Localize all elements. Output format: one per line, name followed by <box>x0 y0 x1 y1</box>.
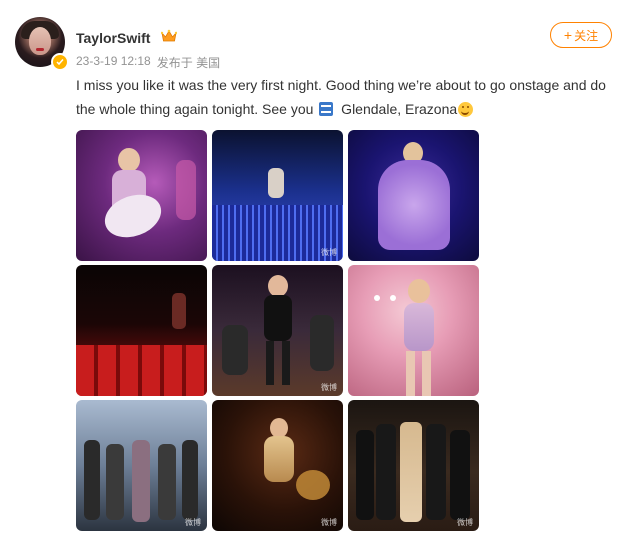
post-source: 发布于 美国 <box>156 56 221 70</box>
photo-6[interactable] <box>348 265 479 396</box>
photo-9-figure-2 <box>376 424 396 520</box>
avatar-lips <box>36 48 44 51</box>
avatar[interactable] <box>15 17 69 71</box>
photo-1[interactable] <box>76 130 207 261</box>
photo-5-leg-right <box>282 341 290 385</box>
verified-badge-icon <box>51 53 69 71</box>
crown-icon <box>160 29 178 48</box>
photo-8-guitar <box>296 470 330 500</box>
post-meta: 23-3-19 12:18 发布于 美国 <box>76 54 220 71</box>
photo-4-steps <box>76 345 207 396</box>
photo-1-head <box>118 148 140 172</box>
photo-6-leg-left <box>406 351 415 396</box>
photo-5[interactable]: 微博 <box>212 265 343 396</box>
photo-5-leg-left <box>266 341 274 385</box>
photo-5-dancer-left <box>222 325 248 375</box>
photo-5-body <box>264 295 292 341</box>
photo-3-coat <box>378 160 450 250</box>
photo-6-light-2 <box>390 295 396 301</box>
photo-1-guitar <box>98 187 168 245</box>
photo-4[interactable] <box>76 265 207 396</box>
photo-8-head <box>270 418 288 438</box>
post-date[interactable]: 23-3-19 12:18 <box>76 54 151 71</box>
photo-8-watermark: 微博 <box>321 518 337 527</box>
photo-2-watermark: 微博 <box>321 248 337 257</box>
photo-2-performer <box>268 168 284 198</box>
username[interactable]: TaylorSwift <box>76 30 150 46</box>
follow-button[interactable]: + 关注 <box>550 22 612 48</box>
photo-7-figure-5 <box>182 440 198 520</box>
photo-6-head <box>408 279 430 303</box>
smile-emoji <box>458 102 474 117</box>
photo-7-watermark: 微博 <box>185 518 201 527</box>
photo-6-bodysuit <box>404 303 434 351</box>
photo-5-watermark: 微博 <box>321 383 337 392</box>
photo-4-performer <box>172 293 186 329</box>
post-text: I miss you like it was the very first ni… <box>76 73 612 121</box>
photo-9-figure-3 <box>400 422 422 522</box>
photo-6-leg-right <box>422 351 431 396</box>
photo-9-figure-5 <box>450 430 470 520</box>
photo-5-head <box>268 275 288 297</box>
plus-icon: + <box>563 27 573 43</box>
photo-7-figure-1 <box>84 440 100 520</box>
photo-8-dress <box>264 436 294 482</box>
photo-5-dancer-right <box>310 315 334 371</box>
follow-label: 关注 <box>574 28 599 43</box>
post-text-part2: Glendale, Erazona <box>337 101 458 117</box>
photo-2[interactable]: 微博 <box>212 130 343 261</box>
photo-8[interactable]: 微博 <box>212 400 343 531</box>
photo-3[interactable] <box>348 130 479 261</box>
photo-7-figure-3 <box>132 440 150 522</box>
photo-9[interactable]: 微博 <box>348 400 479 531</box>
photo-7-figure-2 <box>106 444 124 520</box>
photo-7-figure-4 <box>158 444 176 520</box>
photo-9-figure-1 <box>356 430 374 520</box>
photo-6-light-1 <box>374 295 380 301</box>
photo-9-watermark: 微博 <box>457 518 473 527</box>
soon-arrow-emoji <box>319 102 334 116</box>
photo-grid: 微博 微博 微博 微博 微博 <box>76 130 480 531</box>
photo-9-figure-4 <box>426 424 446 520</box>
photo-7[interactable]: 微博 <box>76 400 207 531</box>
photo-1-dancer <box>176 160 196 220</box>
